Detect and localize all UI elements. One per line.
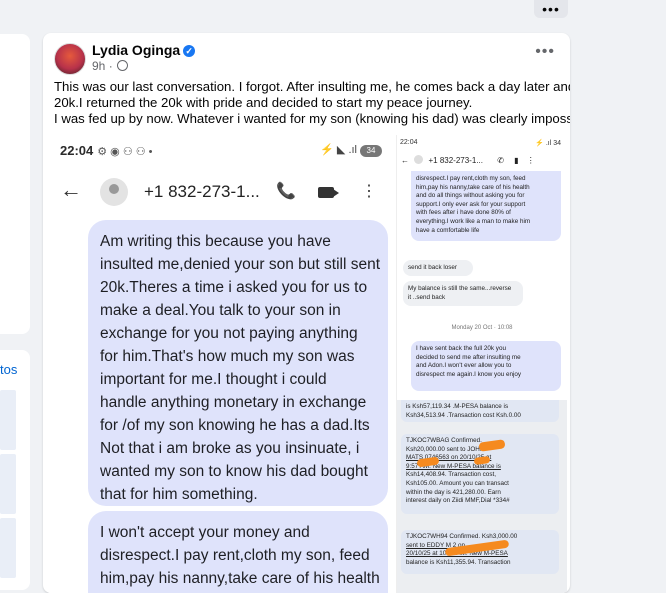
back-arrow-icon: ← <box>401 156 409 165</box>
message-line: handle anything monetary in exchange <box>100 394 367 411</box>
message-bubble: I have sent back the full 20k you decide… <box>411 341 561 391</box>
post-menu-button[interactable]: ••• <box>535 43 555 61</box>
status-right: ⚡ ◣ .ıl 34 <box>320 143 382 157</box>
message-line: him,pay his nanny,take care of his healt… <box>416 183 530 191</box>
message-line: disrespect.I pay rent,cloth my son, feed <box>416 175 526 182</box>
message-line: for him.That's how much my son was <box>100 348 355 365</box>
battery-icon: 34 <box>360 145 382 157</box>
message-line: and do all things without asking you for <box>416 192 525 200</box>
message-line: him,pay his nanny,take care of his healt… <box>100 570 380 587</box>
message-line: I won't accept your money and <box>100 524 310 541</box>
sidebar-thumbnail[interactable] <box>0 454 16 514</box>
sms-message: is Ksh57,119.34 .M-PESA balance is Ksh34… <box>401 400 559 422</box>
facebook-post: Lydia Oginga ✓ 9h · ••• This was our last… <box>43 33 570 593</box>
post-text-line: This was our last conversation. I forgot… <box>54 79 570 94</box>
sidebar-thumbnail[interactable] <box>0 390 16 450</box>
back-arrow-icon: ← <box>60 177 82 202</box>
globe-icon <box>116 60 128 71</box>
reply-bubble: My balance is still the same...reverse i… <box>403 281 523 306</box>
meta-separator: · <box>108 59 113 73</box>
post-meta: 9h · <box>92 59 128 73</box>
phone-call-icon: ✆ <box>497 156 504 165</box>
message-line: for /of my son knowing he has a dad.Its <box>100 417 370 434</box>
message-line: Am writing this because you have <box>100 233 331 250</box>
message-line: disrespect.I pay rent,cloth my son, feed <box>100 547 370 564</box>
sms-line: Ksh34,513.94 .Transaction cost Ksh.0.00 <box>406 411 521 419</box>
message-line: everything.I work like a man to make him <box>416 217 531 225</box>
message-line: 20k.Theres a time i asked you for us to <box>100 279 368 296</box>
message-line: important for me.I thought i could <box>100 371 327 388</box>
message-line: Not that i am broke as you insinuate, i <box>100 440 360 457</box>
sms-message: TJKOC7WH94 Confirmed. Ksh3,000.00 sent t… <box>401 530 559 574</box>
sms-line: Ksh14,408.94. Transaction cost, <box>406 471 496 479</box>
sms-line: within the day is 421,280.00. Earn <box>406 488 501 496</box>
more-vertical-icon: ⋮ <box>361 183 377 200</box>
message-line: My balance is still the same...reverse <box>408 285 512 292</box>
message-line: and Adon.I won't ever allow you to <box>416 362 512 370</box>
post-image-chat-screenshot-2[interactable]: 22:04 ⚡ .ıl 34 ← +1 832-273-1... ✆ ▮ ⋮ d… <box>396 135 567 593</box>
status-icons: ⚙ ◉ ⚇ ⚇ • <box>97 146 153 158</box>
sms-line: TJKOC7WH94 Confirmed. Ksh3,000.00 <box>406 533 518 540</box>
status-time: 22:04 <box>400 139 418 146</box>
post-text: This was our last conversation. I forgot… <box>54 79 570 127</box>
chat-header: ← +1 832-273-1... 📞 ⋮ <box>48 171 396 215</box>
message-line: decided to send me after insulting me <box>416 353 521 361</box>
sms-line: interest daily on Ziidi MMF,Dial *334# <box>406 497 510 505</box>
left-sidebar-card-photos: tos <box>0 350 30 590</box>
sidebar-photos-link[interactable]: tos <box>0 362 17 377</box>
status-bar: 22:04 ⚙ ◉ ⚇ ⚇ • <box>60 143 153 158</box>
status-right: ⚡ .ıl 34 <box>535 140 561 147</box>
signal-icon: ⚡ ◣ .ıl <box>320 144 357 156</box>
video-call-icon: ▮ <box>514 156 519 165</box>
phone-call-icon: 📞 <box>276 183 296 200</box>
sms-line: is Ksh57,119.34 .M-PESA balance is <box>406 403 509 410</box>
video-call-icon <box>318 187 339 198</box>
mpesa-sms-screenshot: is Ksh57,119.34 .M-PESA balance is Ksh34… <box>397 400 567 593</box>
sidebar-thumbnail[interactable] <box>0 518 16 578</box>
contact-avatar <box>100 178 128 206</box>
more-options-button[interactable]: ••• <box>534 0 568 18</box>
post-image-chat-screenshot[interactable]: 22:04 ⚙ ◉ ⚇ ⚇ • ⚡ ◣ .ıl 34 ← +1 832-273-1.… <box>48 135 396 593</box>
message-line: disrespect me again.I know you enjoy <box>416 370 522 378</box>
contact-number: +1 832-273-1... <box>144 182 260 201</box>
reply-bubble: send it back loser <box>403 260 473 276</box>
sms-line: balance is Ksh11,355.94. Transaction <box>406 558 511 566</box>
message-bubble: disrespect.I pay rent,cloth my son, feed… <box>411 171 561 241</box>
more-vertical-icon: ⋮ <box>526 156 535 165</box>
verified-badge-icon: ✓ <box>183 45 196 57</box>
message-line: with fees after i have done 80% of <box>416 209 511 217</box>
author-name[interactable]: Lydia Oginga ✓ <box>92 42 196 58</box>
status-time: 22:04 <box>60 143 94 158</box>
post-time[interactable]: 9h <box>92 59 105 73</box>
message-line: have a comfortable life <box>416 226 480 234</box>
contact-avatar <box>414 155 424 164</box>
message-line: exchange for you not paying anything <box>100 325 358 342</box>
message-line: send it back loser <box>408 264 458 271</box>
post-text-line: 20k.I returned the 20k with pride and de… <box>54 95 473 110</box>
message-line: make a deal.You talk to your son in <box>100 302 341 319</box>
message-line: that for him something. <box>100 486 258 503</box>
message-bubble: Am writing this because you have insulte… <box>88 220 388 506</box>
message-line: it ..send back <box>408 293 446 301</box>
date-divider: Monday 20 Oct · 10:08 <box>451 325 513 331</box>
message-line: support.I only ever ask for your support <box>416 200 526 208</box>
chat-header: ← +1 832-273-1... ✆ ▮ ⋮ <box>401 155 535 165</box>
contact-number: +1 832-273-1... <box>428 156 483 165</box>
author-name-text[interactable]: Lydia Oginga <box>92 42 180 58</box>
message-bubble: I won't accept your money and disrespect… <box>88 511 388 593</box>
message-line: insulted me,denied your son but still se… <box>100 256 381 273</box>
sms-line: Ksh105.00. Amount you can transact <box>406 479 509 487</box>
message-line: wanted my son to know his dad bought <box>100 463 368 480</box>
left-sidebar-card <box>0 34 30 334</box>
message-line: I have sent back the full 20k you <box>416 345 506 352</box>
post-text-line: I was fed up by now. Whatever i wanted f… <box>54 111 570 126</box>
author-avatar[interactable] <box>54 43 86 75</box>
